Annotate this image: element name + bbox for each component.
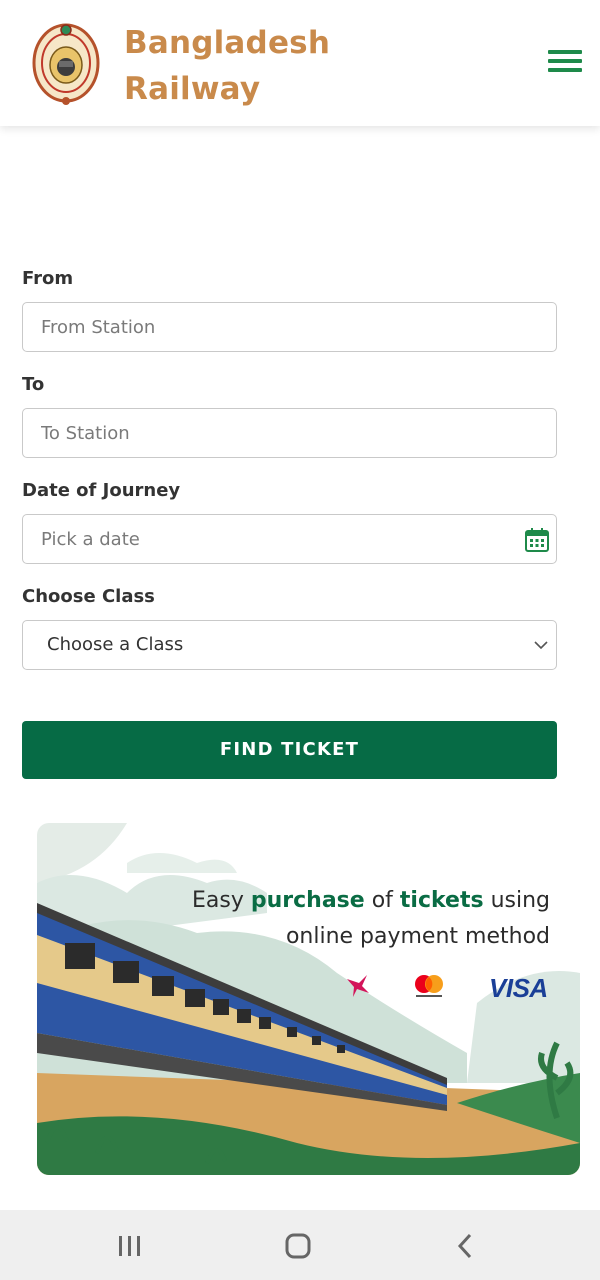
- find-ticket-button[interactable]: FIND TICKET: [22, 721, 557, 779]
- from-station-input[interactable]: [23, 303, 556, 351]
- calendar-icon[interactable]: [524, 527, 550, 553]
- brand-line-2: Railway: [124, 71, 261, 107]
- promo-text: Easy purchase of tickets using online pa…: [192, 883, 550, 955]
- date-of-journey-input[interactable]: [23, 515, 556, 563]
- to-label: To: [22, 374, 45, 395]
- brand-title: Bangladesh Railway: [124, 20, 330, 112]
- home-icon[interactable]: [278, 1232, 318, 1260]
- hamburger-menu-icon[interactable]: [548, 50, 584, 74]
- to-station-input[interactable]: [23, 409, 556, 457]
- date-of-journey-field[interactable]: [22, 514, 557, 564]
- chevron-down-icon: [534, 641, 548, 650]
- from-station-field[interactable]: [22, 302, 557, 352]
- brand-line-1: Bangladesh: [124, 25, 331, 61]
- promo-line-1: Easy purchase of tickets using: [192, 888, 550, 913]
- date-of-journey-label: Date of Journey: [22, 480, 181, 501]
- app-header: Bangladesh Railway: [0, 0, 600, 126]
- bkash-icon: [347, 975, 369, 997]
- to-station-field[interactable]: [22, 408, 557, 458]
- visa-logo: VISA: [489, 973, 548, 1003]
- bangladesh-railway-emblem: [32, 23, 100, 105]
- recent-apps-icon[interactable]: [110, 1232, 150, 1260]
- system-nav-bar: [0, 1210, 600, 1280]
- choose-class-select[interactable]: Choose a Class: [22, 620, 557, 670]
- promo-line-2: online payment method: [285, 924, 550, 949]
- choose-class-label: Choose Class: [22, 586, 155, 607]
- promo-highlight-tickets: tickets: [399, 888, 484, 913]
- from-label: From: [22, 268, 74, 289]
- choose-class-selected: Choose a Class: [47, 634, 184, 655]
- back-icon[interactable]: [446, 1232, 486, 1260]
- promo-banner: Easy purchase of tickets using online pa…: [37, 823, 580, 1175]
- promo-highlight-purchase: purchase: [250, 888, 365, 913]
- mastercard-icon: [415, 975, 443, 997]
